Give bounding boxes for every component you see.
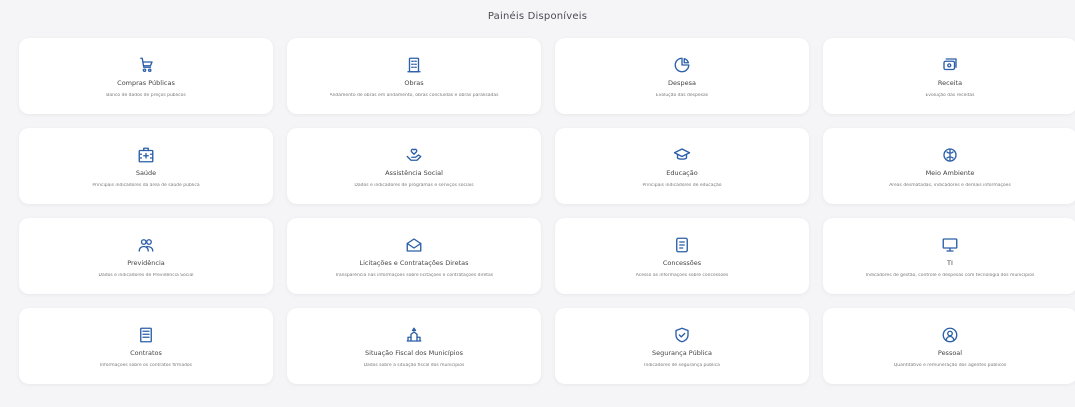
card-description: Principais indicadores da área de saúde … (92, 182, 200, 188)
leaf-icon (940, 145, 960, 165)
document-icon (136, 325, 156, 345)
graduation-cap-icon (672, 145, 692, 165)
card-licitacoes[interactable]: Licitações e Contratações Diretas Transp… (287, 218, 541, 294)
card-previdencia[interactable]: Previdência Dados e indicadores de Previ… (19, 218, 273, 294)
pie-chart-icon (672, 55, 692, 75)
heart-hand-icon (404, 145, 424, 165)
envelope-icon (404, 235, 424, 255)
card-title: Despesa (668, 78, 696, 87)
card-description: Dados e indicadores de Previdência Socia… (98, 272, 194, 278)
card-description: Banco de dados de preços públicos (106, 92, 186, 98)
card-receita[interactable]: Receita Evolução das receitas (823, 38, 1075, 114)
card-compras-publicas[interactable]: Compras Públicas Banco de dados de preço… (19, 38, 273, 114)
card-description: Andamento de obras em andamento, obras c… (329, 92, 499, 98)
bank-icon (404, 325, 424, 345)
shield-check-icon (672, 325, 692, 345)
card-despesa[interactable]: Despesa Evolução das despesas (555, 38, 809, 114)
card-title: Educação (666, 168, 698, 177)
card-description: Informações sobre os contratos firmados (99, 362, 193, 368)
card-description: Áreas desmatadas, indicadores e demais i… (889, 182, 1011, 188)
card-title: Concessões (662, 258, 702, 267)
money-icon (940, 55, 960, 75)
hospital-icon (136, 145, 156, 165)
card-description: Evolução das receitas (925, 92, 975, 98)
card-title: Situação Fiscal dos Municípios (365, 348, 463, 357)
card-obras[interactable]: Obras Andamento de obras em andamento, o… (287, 38, 541, 114)
card-description: Evolução das despesas (655, 92, 709, 98)
page-title: Painéis Disponíveis (487, 11, 588, 22)
card-title: Licitações e Contratações Diretas (359, 258, 469, 267)
card-contratos[interactable]: Contratos Informações sobre os contratos… (19, 308, 273, 384)
card-concessoes[interactable]: Concessões Acesso às informações sobre c… (555, 218, 809, 294)
cart-icon (136, 55, 156, 75)
card-title: Meio Ambiente (925, 168, 975, 177)
card-description: Indicadores de gestão, controle e despes… (865, 272, 1035, 278)
card-description: Acesso às informações sobre concessões (635, 272, 729, 278)
people-icon (136, 235, 156, 255)
card-title: Pessoal (937, 348, 963, 357)
card-title: TI (947, 258, 953, 267)
card-title: Compras Públicas (117, 78, 175, 87)
card-meio-ambiente[interactable]: Meio Ambiente Áreas desmatadas, indicado… (823, 128, 1075, 204)
card-title: Previdência (127, 258, 165, 267)
card-description: Dados e indicadores de programas e servi… (354, 182, 474, 188)
card-situacao-fiscal[interactable]: Situação Fiscal dos Municípios Dados sob… (287, 308, 541, 384)
card-educacao[interactable]: Educação Principais indicadores de educa… (555, 128, 809, 204)
monitor-icon (940, 235, 960, 255)
card-assistencia-social[interactable]: Assistência Social Dados e indicadores d… (287, 128, 541, 204)
card-description: Quantitativo e remuneração dos agentes p… (893, 362, 1007, 368)
card-ti[interactable]: TI Indicadores de gestão, controle e des… (823, 218, 1075, 294)
card-description: Transparência nas informações sobre lici… (334, 272, 494, 278)
card-description: Dados sobre a situação fiscal dos municí… (363, 362, 465, 368)
card-seguranca-publica[interactable]: Segurança Pública Indicadores de seguran… (555, 308, 809, 384)
card-description: Indicadores de segurança pública (644, 362, 720, 368)
card-saude[interactable]: Saúde Principais indicadores da área de … (19, 128, 273, 204)
clipboard-icon (672, 235, 692, 255)
card-title: Receita (937, 78, 963, 87)
panels-grid: Compras Públicas Banco de dados de preço… (10, 34, 1075, 384)
card-description: Principais indicadores de educação (642, 182, 722, 188)
building-icon (404, 55, 424, 75)
user-circle-icon (940, 325, 960, 345)
card-title: Obras (404, 78, 424, 87)
card-pessoal[interactable]: Pessoal Quantitativo e remuneração dos a… (823, 308, 1075, 384)
card-title: Contratos (130, 348, 162, 357)
page: Painéis Disponíveis Compras Públicas Ban… (0, 0, 1075, 407)
card-title: Segurança Pública (652, 348, 712, 357)
card-title: Assistência Social (385, 168, 443, 177)
card-title: Saúde (135, 168, 157, 177)
